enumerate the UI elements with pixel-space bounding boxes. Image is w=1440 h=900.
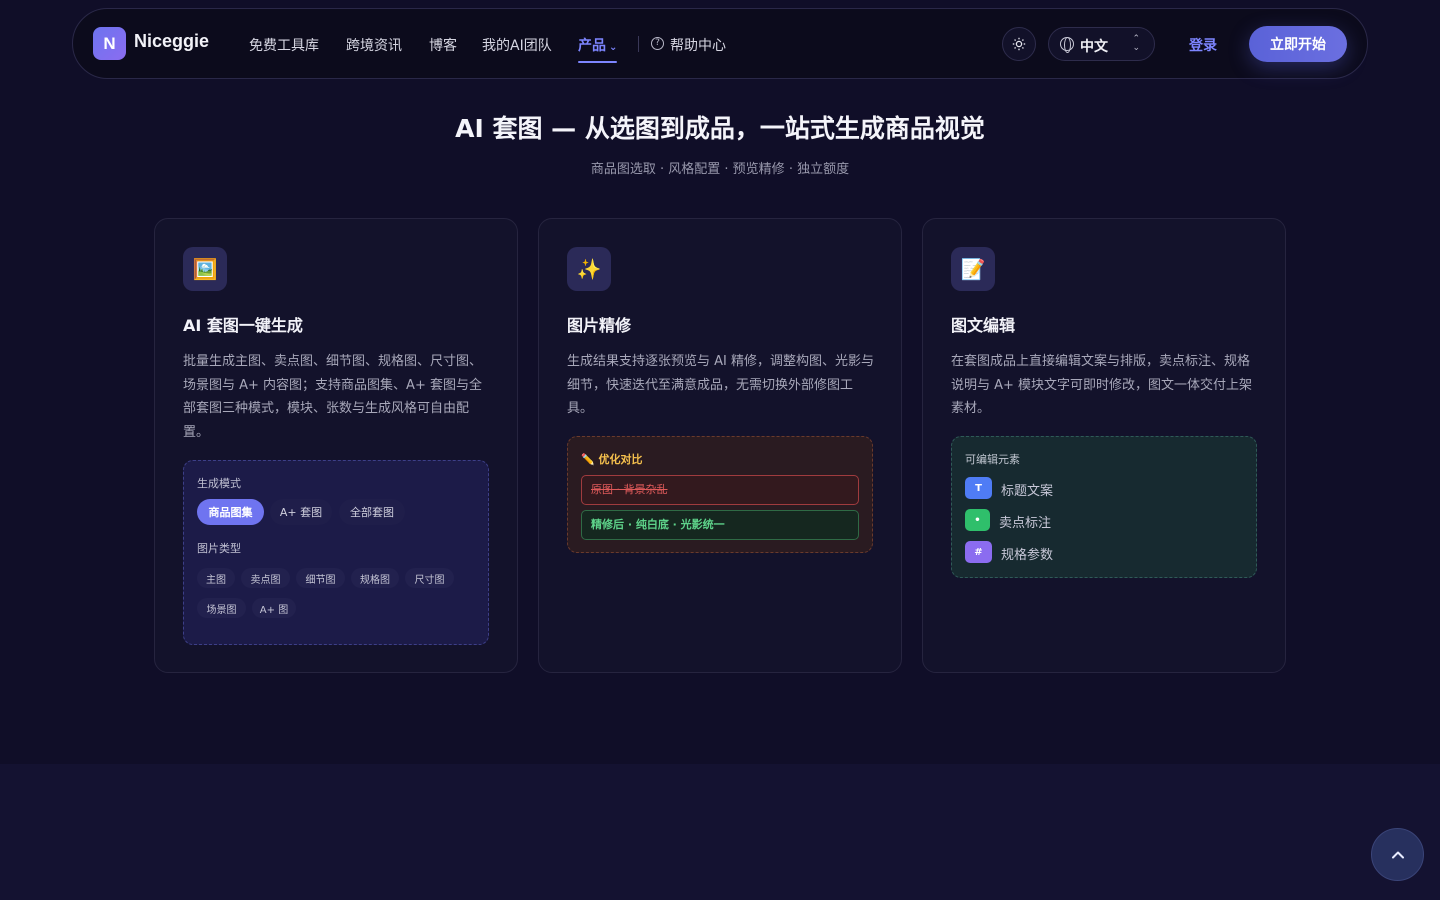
type-chip[interactable]: 规格图 [351, 568, 399, 588]
card-description: 在套图成品上直接编辑文案与排版，卖点标注、规格说明与 A+ 模块文字可即时修改，… [951, 354, 1253, 416]
mode-label: 生成模式 [197, 477, 241, 490]
help-icon: ? [651, 37, 664, 50]
nav-link-help[interactable]: 帮助中心 [670, 35, 726, 55]
mode-pill-product-set[interactable]: 商品图集 [197, 499, 264, 525]
nav-products-label: 产品 [578, 38, 606, 54]
chevron-up-icon [1391, 851, 1404, 858]
globe-icon [1060, 37, 1074, 53]
nav-link-free-tools[interactable]: 免费工具库 [249, 35, 319, 55]
editable-title: 可编辑元素 [965, 453, 1020, 466]
sparkles-icon: ✨ [567, 247, 611, 291]
editable-label: 规格参数 [1001, 548, 1054, 563]
nav-link-ai-team[interactable]: 我的AI团队 [482, 35, 552, 55]
page-subtitle: 商品图选取 · 风格配置 · 预览精修 · 独立额度 [590, 162, 850, 177]
nav-link-products[interactable]: 产品 ⌄ [578, 35, 618, 63]
theme-toggle-button[interactable] [1002, 27, 1036, 61]
card-title: AI 套图一键生成 [183, 316, 303, 335]
nav-link-news[interactable]: 跨境资讯 [346, 35, 402, 55]
mode-pill-all[interactable]: 全部套图 [339, 499, 405, 525]
compare-title: ✏️ 优化对比 [581, 453, 643, 466]
nav-divider [638, 36, 639, 52]
background-bottom [0, 764, 1440, 900]
select-arrows-icon: ⌃ ⌄ [1132, 34, 1140, 53]
card-title: 图片精修 [567, 316, 632, 335]
before-text: 原图 · 背景杂乱 [581, 475, 859, 505]
nav-link-blog[interactable]: 博客 [429, 35, 457, 55]
card-description: 生成结果支持逐张预览与 AI 精修，调整构图、光影与细节，快速迭代至满意成品，无… [567, 354, 874, 416]
language-select[interactable]: 中文 ⌃ ⌄ [1048, 27, 1155, 61]
brand-name[interactable]: Niceggie [134, 31, 209, 52]
memo-icon: 📝 [951, 247, 995, 291]
sun-icon [1012, 37, 1026, 51]
after-text: 精修后 · 纯白底 · 光影统一 [581, 510, 859, 540]
top-navbar: N Niceggie 免费工具库 跨境资讯 博客 我的AI团队 产品 ⌄ ? 帮助… [72, 8, 1368, 79]
back-to-top-button[interactable] [1371, 828, 1424, 881]
chevron-down-icon: ⌄ [609, 42, 618, 53]
feature-card-retouch: ✨ 图片精修 生成结果支持逐张预览与 AI 精修，调整构图、光影与细节，快速迭代… [538, 218, 902, 673]
feature-card-text-edit: 📝 图文编辑 在套图成品上直接编辑文案与排版，卖点标注、规格说明与 A+ 模块文… [922, 218, 1286, 673]
logo-icon[interactable]: N [93, 27, 126, 60]
picture-icon: 🖼️ [183, 247, 227, 291]
card-title: 图文编辑 [951, 316, 1016, 335]
type-label: 图片类型 [197, 542, 241, 555]
type-chip[interactable]: A+ 图 [252, 598, 296, 618]
hash-badge-icon: # [965, 541, 992, 563]
type-chip[interactable]: 尺寸图 [405, 568, 454, 588]
page-title: AI 套图 — 从选图到成品，一站式生成商品视觉 [455, 114, 985, 143]
get-started-button[interactable]: 立即开始 [1249, 26, 1347, 62]
editable-elements-panel: 可编辑元素 T 标题文案 • 卖点标注 # 规格参数 [951, 436, 1257, 578]
type-chip[interactable]: 主图 [197, 568, 235, 588]
language-value: 中文 [1080, 39, 1108, 55]
dot-badge-icon: • [965, 509, 990, 531]
compare-panel: ✏️ 优化对比 原图 · 背景杂乱 精修后 · 纯白底 · 光影统一 [567, 436, 873, 553]
page: N Niceggie 免费工具库 跨境资讯 博客 我的AI团队 产品 ⌄ ? 帮助… [0, 0, 1440, 900]
type-chip[interactable]: 卖点图 [241, 568, 290, 588]
text-badge-icon: T [965, 477, 992, 499]
type-chip[interactable]: 场景图 [197, 598, 246, 618]
login-link[interactable]: 登录 [1189, 35, 1217, 55]
mode-pill-aplus[interactable]: A+ 套图 [270, 499, 332, 525]
feature-card-batch-generate: 🖼️ AI 套图一键生成 批量生成主图、卖点图、细节图、规格图、尺寸图、场景图与… [154, 218, 518, 673]
card-description: 批量生成主图、卖点图、细节图、规格图、尺寸图、场景图与 A+ 内容图；支持商品图… [183, 354, 483, 440]
editable-label: 标题文案 [1001, 484, 1054, 499]
editable-label: 卖点标注 [999, 516, 1052, 531]
generation-mode-panel: 生成模式 商品图集 A+ 套图 全部套图 图片类型 主图 卖点图 细节图 规格图… [183, 460, 489, 645]
type-chip[interactable]: 细节图 [296, 568, 345, 588]
